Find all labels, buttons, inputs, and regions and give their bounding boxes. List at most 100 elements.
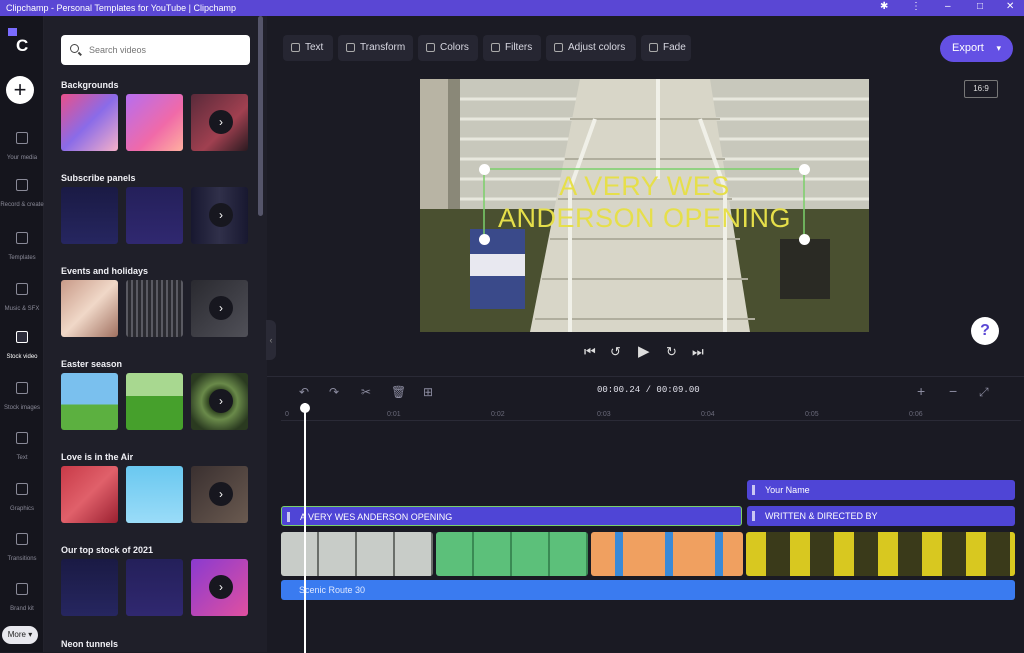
chevron-down-icon: ▾ bbox=[996, 43, 1001, 53]
scissors-icon[interactable]: ✂ bbox=[361, 385, 371, 399]
resize-handle[interactable] bbox=[799, 234, 810, 245]
fade-button[interactable]: Fade bbox=[641, 35, 691, 61]
colors-button[interactable]: Colors bbox=[418, 35, 478, 61]
text-icon bbox=[16, 432, 28, 444]
zoom-in-icon[interactable]: + bbox=[917, 383, 925, 399]
thumbnail[interactable] bbox=[61, 559, 118, 616]
adjust-colors-button[interactable]: Adjust colors bbox=[546, 35, 636, 61]
panel-scrollbar[interactable] bbox=[258, 16, 263, 216]
resize-handle[interactable] bbox=[799, 164, 810, 175]
thumbnail[interactable]: › bbox=[191, 373, 248, 430]
more-button[interactable]: More ▾ bbox=[2, 626, 38, 644]
time-display: 00:00.24 / 00:09.00 bbox=[597, 385, 700, 395]
thumbnail[interactable] bbox=[61, 373, 118, 430]
section-title: Backgrounds bbox=[61, 80, 119, 90]
thumbnail[interactable] bbox=[126, 559, 183, 616]
thumbnail[interactable]: › bbox=[191, 466, 248, 523]
resize-handle[interactable] bbox=[479, 234, 490, 245]
search-input[interactable] bbox=[89, 41, 239, 59]
fit-timeline-icon[interactable]: ⤢ bbox=[979, 385, 989, 400]
thumbnail[interactable] bbox=[126, 373, 183, 430]
rail-item-stock-video[interactable]: Stock video bbox=[0, 331, 44, 371]
text-button[interactable]: Text bbox=[283, 35, 333, 61]
drag-handle[interactable] bbox=[752, 511, 755, 521]
video-clip[interactable] bbox=[746, 532, 1015, 576]
rail-item-templates[interactable]: Templates bbox=[0, 232, 44, 272]
chevron-right-icon[interactable]: › bbox=[209, 296, 233, 320]
more-options-icon[interactable]: ⋮ bbox=[911, 1, 921, 12]
export-button[interactable]: Export ▾ bbox=[940, 35, 1013, 62]
overlay-title-line2[interactable]: ANDERSON OPENING bbox=[420, 203, 869, 233]
rail-item-graphics[interactable]: Graphics bbox=[0, 483, 44, 523]
resize-handle[interactable] bbox=[479, 164, 490, 175]
thumbnail[interactable] bbox=[126, 280, 183, 337]
templates-icon bbox=[16, 232, 28, 244]
thumbnail[interactable]: › bbox=[191, 280, 248, 337]
minimize-icon[interactable]: – bbox=[945, 1, 951, 12]
search-icon bbox=[70, 44, 79, 53]
chevron-right-icon[interactable]: › bbox=[209, 389, 233, 413]
collapse-panel-button[interactable]: ‹ bbox=[266, 320, 276, 360]
skip-forward-icon[interactable]: ⏭ bbox=[692, 344, 704, 360]
palette-icon bbox=[426, 43, 435, 52]
redo-icon[interactable]: ↷ bbox=[329, 385, 339, 399]
add-button[interactable]: + bbox=[6, 76, 34, 104]
video-preview[interactable]: A VERY WES ANDERSON OPENING bbox=[420, 79, 869, 332]
text-clip-written-by[interactable]: WRITTEN & DIRECTED BY bbox=[747, 506, 1015, 526]
contrast-icon bbox=[554, 43, 563, 52]
extension-icon[interactable]: ✱ bbox=[880, 1, 888, 12]
rail-item-transitions[interactable]: Transitions bbox=[0, 533, 44, 573]
rail-item-text[interactable]: Text bbox=[0, 432, 44, 472]
close-icon[interactable]: ✕ bbox=[1006, 1, 1014, 12]
trash-icon[interactable]: 🗑 bbox=[391, 385, 406, 399]
thumbnail[interactable]: › bbox=[191, 94, 248, 151]
aspect-ratio-button[interactable]: 16:9 bbox=[964, 80, 998, 98]
video-clip[interactable] bbox=[436, 532, 588, 576]
rail-item-music[interactable]: Music & SFX bbox=[0, 283, 44, 323]
skip-back-icon[interactable]: ⏮ bbox=[584, 344, 596, 360]
thumbnail[interactable]: › bbox=[191, 187, 248, 244]
filters-button[interactable]: Filters bbox=[483, 35, 541, 61]
forward-5-icon[interactable]: ↻ bbox=[666, 344, 677, 360]
add-clip-icon[interactable]: ⊞ bbox=[423, 385, 433, 399]
transform-button[interactable]: Transform bbox=[338, 35, 413, 61]
audio-clip[interactable]: Scenic Route 30 bbox=[281, 580, 1015, 600]
thumbnail[interactable] bbox=[126, 187, 183, 244]
clipchamp-logo: C bbox=[8, 28, 34, 56]
text-clip-your-name[interactable]: Your Name bbox=[747, 480, 1015, 500]
section-subscribe-panels: Subscribe panels › bbox=[61, 173, 261, 244]
maximize-icon[interactable]: □ bbox=[977, 1, 983, 12]
thumbnail[interactable] bbox=[126, 466, 183, 523]
overlay-title-line1[interactable]: A VERY WES bbox=[420, 171, 869, 201]
drag-handle[interactable] bbox=[752, 485, 755, 495]
thumbnail[interactable]: › bbox=[191, 559, 248, 616]
ruler-tick: 0 bbox=[285, 411, 289, 418]
section-love-is-in-the-air: Love is in the Air › bbox=[61, 452, 261, 523]
text-clip-title[interactable]: A VERY WES ANDERSON OPENING bbox=[281, 506, 742, 526]
video-clip[interactable] bbox=[591, 532, 743, 576]
thumbnail[interactable] bbox=[61, 280, 118, 337]
thumbnail[interactable] bbox=[61, 466, 118, 523]
rail-item-brand-kit[interactable]: Brand kit bbox=[0, 583, 44, 623]
drag-handle[interactable] bbox=[287, 512, 290, 522]
playhead[interactable] bbox=[300, 403, 310, 653]
fade-icon bbox=[649, 43, 658, 52]
thumbnail[interactable] bbox=[61, 187, 118, 244]
rail-item-stock-images[interactable]: Stock images bbox=[0, 382, 44, 422]
thumbnail[interactable] bbox=[126, 94, 183, 151]
chevron-right-icon[interactable]: › bbox=[209, 575, 233, 599]
chevron-right-icon[interactable]: › bbox=[209, 110, 233, 134]
rewind-5-icon[interactable]: ↺ bbox=[610, 344, 621, 360]
ruler-tick: 0:05 bbox=[805, 411, 819, 418]
undo-icon[interactable]: ↶ bbox=[299, 385, 309, 399]
timeline-ruler[interactable]: 0 0:01 0:02 0:03 0:04 0:05 0:06 bbox=[281, 407, 1021, 421]
help-icon[interactable]: ? bbox=[971, 317, 999, 345]
thumbnail[interactable] bbox=[61, 94, 118, 151]
rail-item-record-create[interactable]: Record & create bbox=[0, 179, 44, 219]
search-box[interactable] bbox=[61, 35, 250, 65]
chevron-right-icon[interactable]: › bbox=[209, 482, 233, 506]
zoom-out-icon[interactable]: − bbox=[949, 383, 957, 399]
rail-item-your-media[interactable]: Your media bbox=[0, 132, 44, 172]
play-icon[interactable]: ▶ bbox=[638, 342, 650, 360]
chevron-right-icon[interactable]: › bbox=[209, 203, 233, 227]
